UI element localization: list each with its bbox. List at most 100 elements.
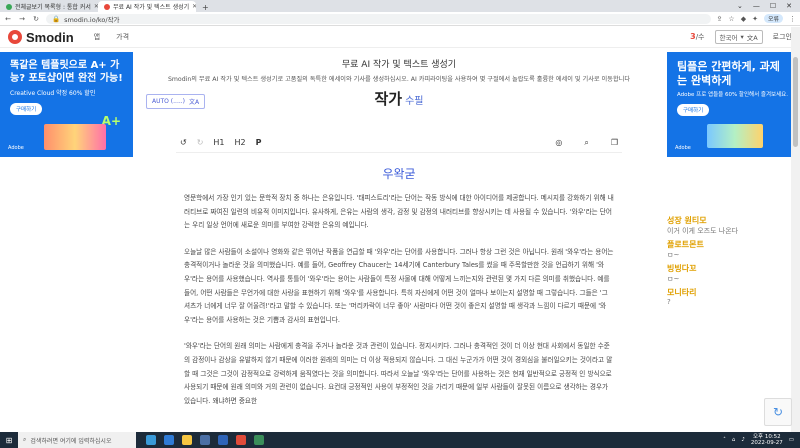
list-item-desc: ? — [667, 298, 671, 306]
undo-icon[interactable]: ↺ — [180, 138, 187, 147]
taskbar-search-placeholder: 검색하려면 여기에 입력하십시오 — [30, 437, 112, 445]
editor-toolbar: ↺ ↻ H1 H2 P ◎ ⌕ ❐ — [176, 133, 622, 153]
browser-tab-1[interactable]: 전체글보기 목록형 : 통합 커서 ✕ — [0, 1, 98, 12]
ad-subtext: Adobe 프로 앱들을 60% 할인해서 즐겨보세요. — [677, 91, 788, 98]
windows-start-icon[interactable]: ⊞ — [0, 436, 18, 445]
copy-icon[interactable]: ❐ — [611, 138, 618, 148]
list-item-desc: 이거 이게 오즈도 나온다 — [667, 227, 739, 235]
maximize-icon[interactable]: ☐ — [770, 2, 776, 10]
star-icon[interactable]: ☆ — [728, 15, 734, 23]
url-text: smodin.io/ko/작가 — [64, 15, 120, 24]
paragraph: 영문학에서 가장 인기 있는 문학적 장치 중 하나는 은유입니다. '태피스트… — [184, 194, 614, 230]
h1-button[interactable]: H1 — [213, 138, 224, 147]
recaptcha-icon[interactable]: ↻ — [764, 398, 792, 426]
clock-date: 2022-09-27 — [750, 440, 783, 446]
paragraph: '와우'라는 단어의 원래 의미는 사람에게 충격을 주거나 놀라운 것과 관련… — [184, 342, 613, 405]
taskbar-clock[interactable]: 오후 10:52 2022-09-27 — [751, 434, 783, 447]
app-v-icon[interactable] — [218, 435, 228, 445]
reload-icon[interactable]: ↻ — [32, 15, 40, 23]
auto-select-value: AUTO (.....) — [152, 98, 186, 105]
close-icon[interactable]: ✕ — [192, 3, 196, 10]
nav-apps[interactable]: 앱 — [94, 32, 100, 42]
tab-label: 무료 AI 작가 및 텍스트 생성기 — [113, 4, 190, 11]
task-view-icon[interactable] — [146, 435, 156, 445]
list-item[interactable]: 빙빙다꼬 ㅁ~ — [667, 263, 787, 284]
new-tab-button[interactable]: + — [202, 3, 209, 12]
close-window-icon[interactable]: ✕ — [786, 2, 792, 10]
chrome-icon[interactable] — [236, 435, 246, 445]
ad-buy-button[interactable]: 구매하기 — [677, 103, 710, 116]
document-body[interactable]: 영문학에서 가장 인기 있는 문학적 장치 중 하나는 은유입니다. '태피스트… — [176, 192, 622, 408]
header-actions: 3/수 한국어 ▾ 文A 로그인 — [690, 30, 792, 44]
scroll-thumb[interactable] — [793, 57, 798, 147]
ad-banner-right[interactable]: 팀플은 간편하게, 과제는 완벽하게 Adobe 프로 앱들을 60% 할인해서… — [667, 52, 800, 157]
tab-favicon-icon — [6, 3, 12, 10]
chevron-up-icon[interactable]: ˄ — [723, 437, 726, 443]
login-button[interactable]: 로그인 — [773, 32, 792, 42]
ad-subtext: Creative Cloud 약정 60% 할인 — [10, 90, 96, 97]
url-field[interactable]: 🔒 smodin.io/ko/작가 — [46, 13, 711, 24]
store-icon[interactable] — [200, 435, 210, 445]
profile-button[interactable]: 오류 — [763, 14, 783, 23]
logo-text: Smodin — [26, 29, 74, 45]
translate-icon: 文A — [189, 99, 200, 106]
chevron-down-icon: ▾ — [740, 33, 744, 41]
volume-icon[interactable]: ♪ — [741, 437, 745, 443]
taskbar-search[interactable]: ⌕ 검색하려면 여기에 입력하십시오 — [18, 432, 136, 448]
ad-image — [707, 124, 763, 148]
smodin-logo-icon — [8, 30, 22, 44]
list-item-desc: ㅁ~ — [667, 275, 680, 283]
page-title-text: 작가 — [374, 90, 403, 108]
search-icon: ⌕ — [23, 436, 27, 443]
language-value: 한국어 — [719, 34, 738, 42]
ad-banner-left[interactable]: 똑같은 템플릿으로 A+ 가능? 포토샵이면 완전 가능! Creative C… — [0, 52, 133, 157]
redo-icon[interactable]: ↻ — [197, 138, 204, 147]
browser-tab-bar: 전체글보기 목록형 : 통합 커서 ✕ 무료 AI 작가 및 텍스트 생성기 ✕… — [0, 0, 800, 12]
notification-icon[interactable]: ▭ — [789, 437, 794, 443]
sidebar-list: 성장 원티모 이거 이게 오즈도 나온다 플로트몬트 ㅁ~ 빙빙다꼬 ㅁ~ 모니… — [667, 215, 787, 309]
language-select[interactable]: 한국어 ▾ 文A — [714, 30, 763, 44]
credits-counter[interactable]: 3/수 — [690, 32, 704, 42]
list-item-title: 빙빙다꼬 — [667, 264, 697, 273]
paragraph-button[interactable]: P — [256, 138, 262, 147]
adobe-logo: Adobe — [675, 145, 691, 151]
list-item-desc: ㅁ~ — [667, 251, 680, 259]
edge-icon[interactable] — [164, 435, 174, 445]
tab-label: 전체글보기 목록형 : 통합 커서 — [15, 4, 91, 11]
search-icon[interactable]: ⌕ — [584, 138, 588, 148]
paragraph: 오늘날 많은 사람들이 소설이나 영화와 같은 뛰어난 작품을 연급할 때 '와… — [184, 247, 614, 324]
language-auto-select[interactable]: AUTO (.....) 文A — [146, 94, 206, 109]
browser-tab-2[interactable]: 무료 AI 작가 및 텍스트 생성기 ✕ — [98, 1, 196, 12]
system-tray: ˄ ⌂ ♪ 오후 10:52 2022-09-27 ▭ — [723, 434, 800, 447]
translate-icon: 文A — [746, 34, 758, 42]
mode-selector[interactable]: 수필 — [405, 96, 423, 107]
list-item[interactable]: 모니타리 ? — [667, 287, 787, 306]
h2-button[interactable]: H2 — [235, 138, 246, 147]
page-scrollbar[interactable] — [791, 27, 800, 432]
adobe-logo: Adobe — [8, 145, 24, 151]
list-item-title: 플로트몬트 — [667, 240, 704, 249]
menu-icon[interactable]: ⋮ — [789, 15, 796, 23]
document-title[interactable]: 우왁굳 — [176, 165, 622, 182]
address-bar: ← → ↻ 🔒 smodin.io/ko/작가 ⇪ ☆ ◆ ✦ 오류 ⋮ — [0, 12, 800, 26]
list-item[interactable]: 성장 원티모 이거 이게 오즈도 나온다 — [667, 215, 787, 236]
share-icon[interactable]: ⇪ — [717, 15, 723, 23]
forward-icon[interactable]: → — [18, 15, 26, 23]
file-explorer-icon[interactable] — [182, 435, 192, 445]
extension-icon[interactable]: ◆ — [741, 15, 746, 23]
window-controls: ⌄ — ☐ ✕ — [737, 0, 800, 12]
site-header: Smodin 앱 가격 3/수 한국어 ▾ 文A 로그인 — [0, 27, 800, 48]
puzzle-icon[interactable]: ✦ — [752, 15, 758, 23]
ad-headline: 팀플은 간편하게, 과제는 완벽하게 — [677, 60, 780, 87]
app-icon[interactable] — [254, 435, 264, 445]
nav-pricing[interactable]: 가격 — [116, 32, 129, 42]
site-logo[interactable]: Smodin — [8, 30, 74, 45]
minimize-icon[interactable]: — — [753, 2, 760, 10]
network-icon[interactable]: ⌂ — [732, 437, 736, 443]
brain-icon[interactable]: ◎ — [555, 138, 562, 148]
list-item[interactable]: 플로트몬트 ㅁ~ — [667, 239, 787, 260]
back-icon[interactable]: ← — [4, 15, 12, 23]
ad-buy-button[interactable]: 구매하기 — [10, 103, 43, 115]
page-title: 작가 수필 — [136, 88, 662, 109]
chevron-down-icon[interactable]: ⌄ — [737, 2, 743, 10]
